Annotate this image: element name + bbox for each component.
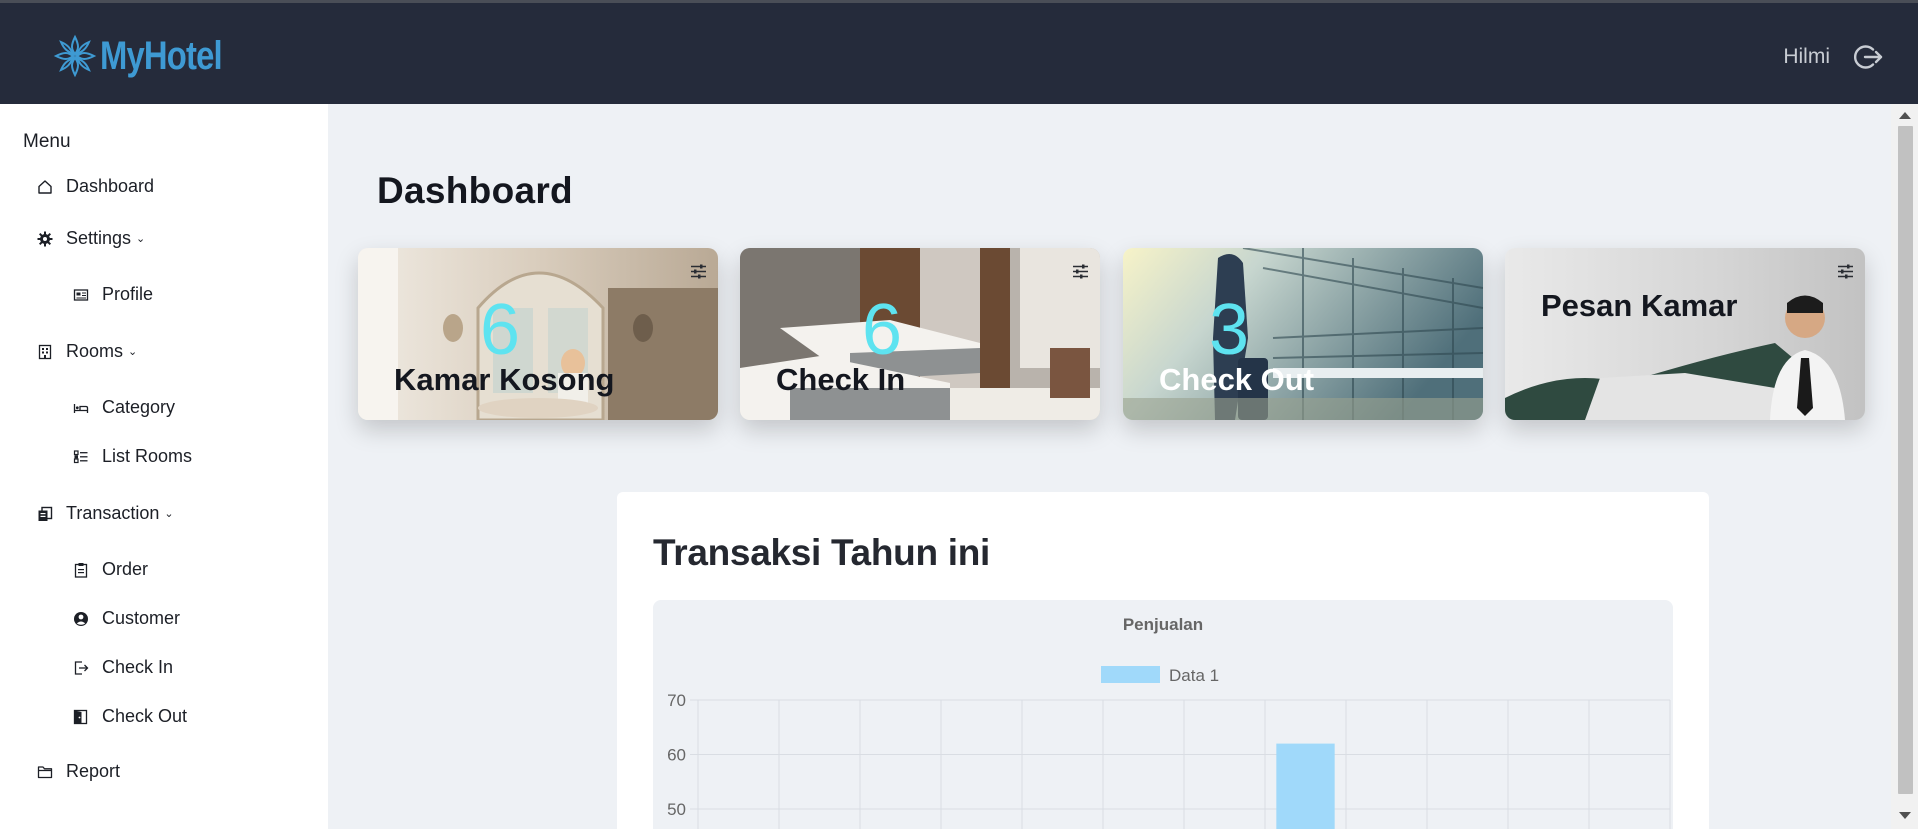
panel-title: Transaksi Tahun ini [653, 532, 990, 573]
sign-in-icon [72, 659, 90, 677]
sidebar-item-label: Check Out [102, 706, 188, 726]
user-circle-icon [72, 610, 90, 628]
sidebar-item-label: Rooms [66, 341, 124, 361]
home-icon [36, 178, 54, 196]
card-check-in[interactable]: 6 Check In [740, 248, 1100, 420]
sidebar-item-label: Category [102, 397, 176, 417]
card-kamar-kosong[interactable]: 6 Kamar Kosong [358, 248, 718, 420]
card-label: Pesan Kamar [1541, 288, 1738, 323]
card-count: 3 [1209, 290, 1250, 370]
y-tick-label: 60 [667, 746, 686, 765]
top-navbar: MyHotel Hilmi [0, 3, 1918, 104]
copy-icon [36, 505, 54, 523]
list-icon [72, 448, 90, 466]
sidebar-item-profile[interactable]: Profile [72, 284, 153, 305]
sidebar-item-label: List Rooms [102, 446, 193, 466]
sidebar-item-list-rooms[interactable]: List Rooms [72, 446, 192, 467]
card-count: 6 [862, 290, 903, 370]
card-background-image [1505, 248, 1865, 420]
id-card-icon [72, 286, 90, 304]
sales-chart-container: Penjualan Data 1 70 60 50 [653, 600, 1673, 829]
sidebar-item-order[interactable]: Order [72, 559, 148, 580]
card-count: 6 [480, 290, 521, 370]
chart-title: Penjualan [1123, 615, 1203, 634]
card-check-out[interactable]: 3 Check Out [1123, 248, 1483, 420]
card-label: Check In [776, 362, 906, 397]
bed-icon [72, 399, 90, 417]
sliders-icon[interactable] [690, 263, 707, 280]
vertical-scrollbar[interactable] [1891, 104, 1918, 829]
sidebar-item-check-out[interactable]: Check Out [72, 706, 187, 727]
sidebar-item-label: Settings [66, 228, 132, 248]
chevron-down-icon: ⌄ [136, 233, 146, 245]
sidebar-item-transaction[interactable]: Transaction ⌄ [36, 503, 174, 524]
sidebar-item-category[interactable]: Category [72, 397, 175, 418]
sidebar-item-settings[interactable]: Settings ⌄ [36, 228, 145, 249]
chevron-down-icon: ⌄ [128, 346, 138, 358]
transactions-panel: Transaksi Tahun ini Penjualan Data 1 70 6… [617, 492, 1709, 829]
sidebar-item-report[interactable]: Report [36, 761, 120, 782]
y-tick-label: 50 [667, 800, 686, 819]
clipboard-icon [72, 561, 90, 579]
sidebar-item-rooms[interactable]: Rooms ⌄ [36, 341, 137, 362]
building-icon [36, 343, 54, 361]
user-name[interactable]: Hilmi [1783, 45, 1830, 69]
sidebar-item-label: Dashboard [66, 176, 155, 196]
logout-icon[interactable] [1854, 42, 1884, 72]
sliders-icon[interactable] [1072, 263, 1089, 280]
sidebar-item-check-in[interactable]: Check In [72, 657, 173, 678]
sidebar-item-dashboard[interactable]: Dashboard [36, 176, 154, 197]
card-label: Check Out [1159, 362, 1315, 397]
door-icon [72, 708, 90, 726]
page-title: Dashboard [377, 170, 573, 211]
logo-text: MyHotel [100, 33, 223, 78]
scrollbar-thumb[interactable] [1898, 126, 1913, 794]
sidebar-item-label: Transaction [66, 503, 160, 523]
sidebar-item-label: Order [102, 559, 149, 579]
scroll-down-arrow-icon[interactable] [1899, 812, 1911, 819]
card-label: Kamar Kosong [394, 362, 615, 397]
sidebar: Menu Dashboard Settings ⌄ Profile Rooms … [0, 104, 328, 829]
flower-logo-icon [53, 34, 97, 78]
chevron-down-icon: ⌄ [164, 508, 174, 520]
sidebar-item-label: Report [66, 761, 121, 781]
card-pesan-kamar[interactable]: Pesan Kamar [1505, 248, 1865, 420]
sidebar-item-label: Check In [102, 657, 174, 677]
sidebar-item-customer[interactable]: Customer [72, 608, 180, 629]
sidebar-title: Menu [23, 131, 71, 152]
sidebar-item-label: Profile [102, 284, 154, 304]
chart-bar[interactable] [1276, 743, 1335, 829]
folder-icon [36, 763, 54, 781]
main-content: Dashboard 6 Kamar Kosong 6 Check In 3 Ch… [328, 104, 1891, 829]
legend-label[interactable]: Data 1 [1169, 666, 1219, 685]
sliders-icon[interactable] [1837, 263, 1854, 280]
scroll-up-arrow-icon[interactable] [1899, 112, 1911, 119]
sidebar-item-label: Customer [102, 608, 181, 628]
sales-bar-chart: Penjualan Data 1 70 60 50 [667, 615, 1671, 829]
legend-swatch[interactable] [1101, 666, 1160, 683]
gear-icon [36, 230, 54, 248]
logo[interactable]: MyHotel [52, 33, 249, 79]
y-tick-label: 70 [667, 691, 686, 710]
